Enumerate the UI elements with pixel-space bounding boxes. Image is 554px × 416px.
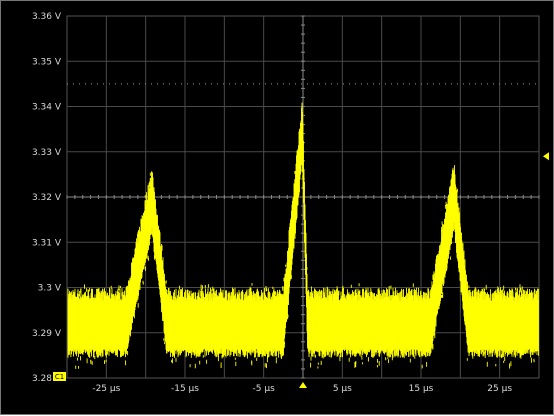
x-tick-label: -5 µs (253, 384, 276, 394)
waveform-plot: 3.36 V 3.35 V 3.34 V 3.33 V 3.32 V 3.31 V 3.3 … (32, 12, 549, 394)
x-tick-label: 25 µs (487, 384, 512, 394)
trigger-time-marker (299, 382, 307, 388)
spike-2 (283, 133, 308, 354)
x-tick-label: -15 µs (171, 384, 199, 394)
y-axis-labels: 3.36 V 3.35 V 3.34 V 3.33 V 3.32 V 3.31 V 3.3 … (32, 12, 62, 384)
y-tick-label: 3.31 V (32, 238, 62, 248)
y-tick-label: 3.3 V (38, 284, 62, 294)
x-tick-label: -25 µs (92, 384, 120, 394)
y-tick-label: 3.35 V (32, 57, 62, 67)
trigger-level-marker (543, 152, 549, 161)
y-tick-label: 3.29 V (32, 329, 62, 339)
channel-marker-label: C1 (55, 373, 64, 381)
y-tick-label: 3.32 V (32, 193, 62, 203)
y-tick-label: 3.36 V (32, 12, 62, 22)
y-tick-label: 3.33 V (32, 148, 62, 158)
oscilloscope-screen: 3.36 V 3.35 V 3.34 V 3.33 V 3.32 V 3.31 V 3.3 … (0, 0, 554, 415)
x-tick-label: 5 µs (333, 384, 352, 394)
y-tick-label: 3.34 V (32, 103, 62, 113)
x-tick-label: 15 µs (409, 384, 434, 394)
